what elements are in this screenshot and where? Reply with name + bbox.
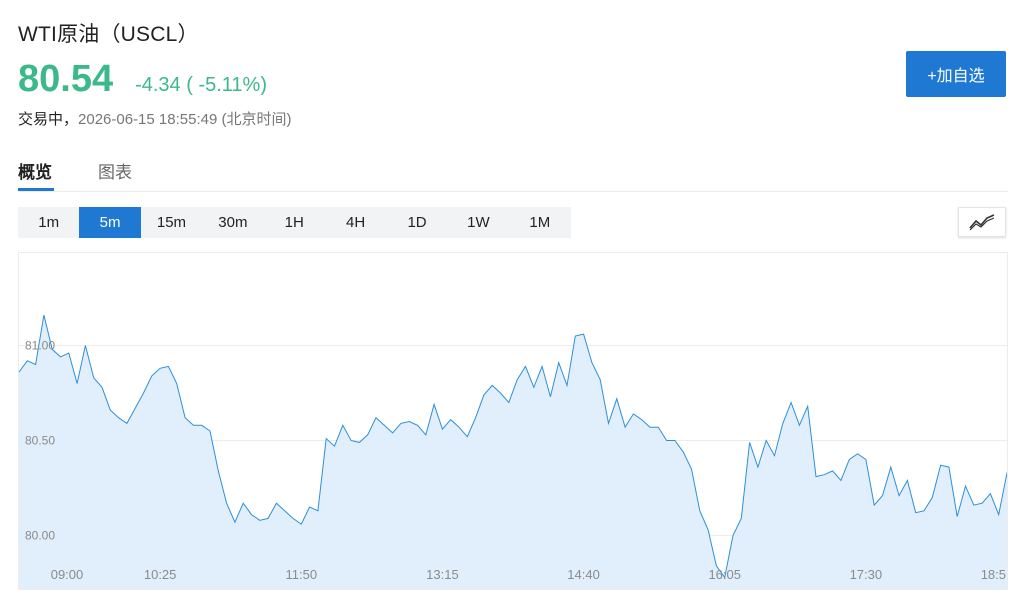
page-title: WTI原油（USCL） [18,23,199,46]
tab-overview[interactable]: 概览 [18,158,52,183]
x-tick-label: 17:30 [850,567,883,582]
x-tick-label: 10:25 [144,567,177,582]
price-chart-svg: 81.00 80.50 80.00 09:00 10:25 11:50 13:15 14:4… [19,314,1007,589]
period-1w[interactable]: 1W [448,207,509,238]
price-change: -4.34 ( -5.11%) [135,74,267,96]
active-tab-indicator [18,188,54,191]
y-tick-label: 80.50 [25,434,55,448]
chart-type-button[interactable] [958,207,1006,237]
period-4h[interactable]: 4H [325,207,386,238]
period-1d[interactable]: 1D [386,207,447,238]
add-to-watchlist-button[interactable]: +加自选 [906,51,1006,97]
line-chart-icon [969,214,995,231]
tab-chart[interactable]: 图表 [98,158,132,183]
x-tick-label: 16:05 [708,567,741,582]
period-1m[interactable]: 1m [18,207,79,238]
price-row: 80.54 -4.34 ( -5.11%) [18,58,267,101]
last-price: 80.54 [18,58,114,100]
status-timestamp: 2026-06-15 18:55:49 (北京时间) [78,111,292,128]
period-selector: 1m 5m 15m 30m 1H 4H 1D 1W 1M [18,207,571,238]
x-tick-label: 09:00 [51,567,84,582]
status-label: 交易中， [18,111,79,128]
tab-bar: 概览 图表 [18,150,1008,192]
y-tick-label: 80.00 [25,529,55,543]
price-area [19,315,1007,589]
trading-status: 交易中，2026-06-15 18:55:49 (北京时间) [18,108,291,129]
price-chart[interactable]: 81.00 80.50 80.00 09:00 10:25 11:50 13:15 14:4… [18,252,1008,590]
period-5m[interactable]: 5m [79,207,141,238]
period-1mo[interactable]: 1M [509,207,570,238]
y-tick-label: 81.00 [25,339,55,353]
x-tick-label: 13:15 [426,567,459,582]
period-1h[interactable]: 1H [264,207,325,238]
period-15m[interactable]: 15m [141,207,202,238]
x-tick-label: 18:5 [981,567,1006,582]
x-tick-label: 14:40 [567,567,600,582]
x-tick-label: 11:50 [285,567,317,582]
period-30m[interactable]: 30m [202,207,263,238]
